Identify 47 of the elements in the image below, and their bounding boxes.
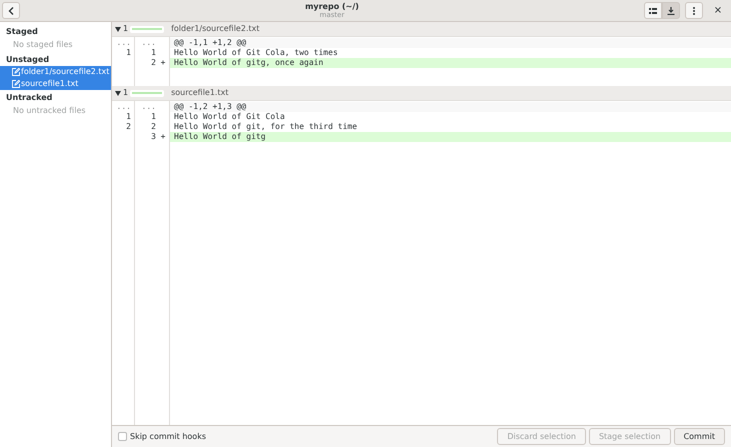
diff-sign: + [160,59,166,67]
back-button[interactable] [2,2,20,19]
list-icon [649,8,657,14]
section-heading: Staged [5,26,39,38]
empty-message: No staged files [12,39,74,51]
line-number: ... [116,103,131,111]
edit-icon [12,80,20,88]
section-heading: Unstaged [5,54,50,66]
change-bar [130,90,164,96]
close-button[interactable]: × [707,2,729,19]
file-name: folder1/sourcefile2.txt [171,23,260,35]
code-line: Hello World of Git Cola, two times [173,48,339,58]
window-title: myrepo (~/) [305,2,359,10]
line-number: 3 [150,133,156,141]
file-name: sourcefile1.txt [171,87,228,99]
menu-button[interactable] [685,2,703,19]
line-number: ... [116,39,131,47]
view-toggle-button[interactable] [644,2,662,19]
edit-icon [12,68,20,76]
expander-icon[interactable] [115,90,121,96]
skip-hooks-checkbox[interactable]: Skip commit hooks [118,430,494,442]
line-number: 2 [150,59,156,67]
line-number: 1 [150,113,156,121]
hunk-header: @@ -1,1 +1,2 @@ [170,38,731,48]
download-icon [667,6,675,14]
diff-sign: + [160,133,166,141]
line-number: 1 [125,113,131,121]
view-toggle-button[interactable] [662,2,680,19]
action-button[interactable]: Commit [674,428,725,445]
line-number: 1 [125,49,131,57]
empty-message: No untracked files [12,105,87,117]
code-line: Hello World of Git Cola [173,112,286,122]
change-bar [130,26,164,32]
section-heading: Untracked [5,92,54,104]
line-number: 2 [150,123,156,131]
file-item[interactable]: folder1/sourcefile2.txt [0,66,111,78]
change-count: 1 [123,87,128,99]
line-number: ... [140,39,156,47]
line-number: ... [140,103,156,111]
expander-icon[interactable] [115,26,121,32]
change-count: 1 [123,23,128,35]
file-item[interactable]: sourcefile1.txt [0,78,111,90]
back-icon [8,6,14,14]
hunk-header: @@ -1,2 +1,3 @@ [170,102,731,112]
line-number: 1 [150,49,156,57]
code-line: Hello World of git, for the third time [173,122,358,132]
line-number: 2 [125,123,131,131]
